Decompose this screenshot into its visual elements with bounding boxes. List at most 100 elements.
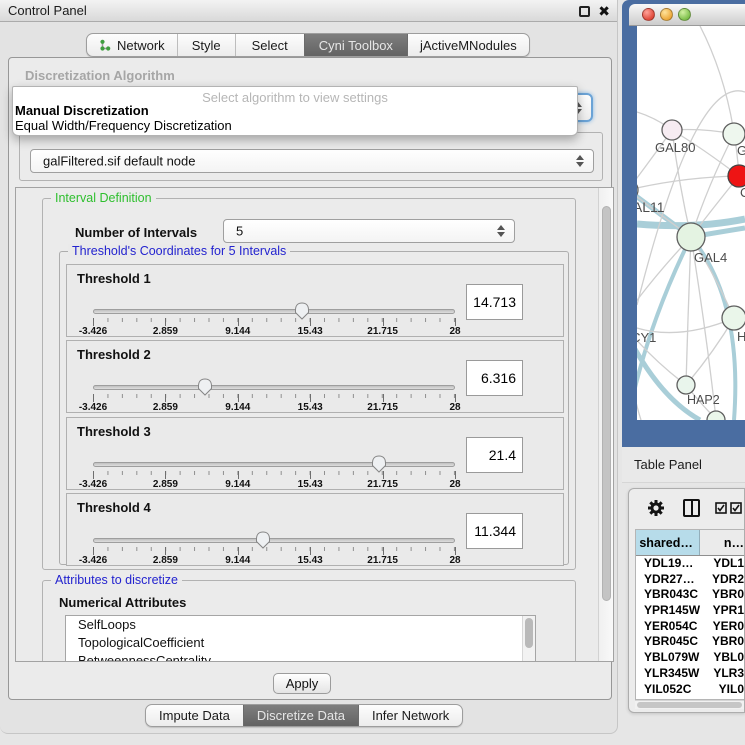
tab-infer-network-label: Infer Network — [372, 708, 449, 723]
list-scrollbar[interactable] — [522, 616, 535, 662]
slider-tick-labels: -3.426 2.859 9.144 15.43 21.715 28 — [93, 402, 455, 414]
control-panel-tabs: Network Style Select Cyni Toolbox jActiv… — [86, 33, 530, 57]
network-icon — [99, 39, 111, 52]
network-canvas[interactable]: GAL80 GA C GAL11 GAL4 GCY1 H HAP2 — [637, 26, 745, 420]
threshold-1-value-field[interactable] — [466, 284, 523, 320]
tab-select[interactable]: Select — [235, 34, 304, 56]
minimize-traffic-light-icon[interactable] — [660, 8, 673, 21]
node-label-clipped-right: H — [737, 329, 745, 344]
node-clipped-top[interactable] — [723, 123, 745, 145]
close-icon[interactable]: ✖ — [598, 2, 610, 20]
table-data-combo[interactable]: galFiltered.sif default node — [30, 149, 594, 173]
close-traffic-light-icon[interactable] — [642, 8, 655, 21]
numerical-attributes-label: Numerical Attributes — [59, 595, 186, 610]
node-red-selected[interactable] — [728, 165, 745, 187]
node-hap2[interactable] — [677, 376, 695, 394]
scrollbar-thumb[interactable] — [637, 702, 742, 708]
table-row[interactable]: YLR345WYLR3 — [636, 666, 744, 682]
list-item[interactable]: TopologicalCoefficient — [66, 634, 535, 652]
slider-ticks — [93, 393, 455, 402]
node-label-hap2: HAP2 — [687, 393, 720, 407]
slider-track[interactable] — [93, 538, 455, 543]
app-root: Control Panel ✖ Network Style Select — [0, 0, 745, 745]
thresholds-group-title: Threshold's Coordinates for 5 Intervals — [68, 244, 290, 258]
column-header-name[interactable]: n… — [700, 530, 744, 555]
popup-item-equal-width-frequency[interactable]: Equal Width/Frequency Discretization — [15, 118, 232, 133]
threshold-3-label: Threshold 3 — [77, 424, 151, 439]
list-item[interactable]: SelfLoops — [66, 616, 535, 634]
threshold-1-slider[interactable]: -3.426 2.859 9.144 15.43 21.715 28 — [93, 301, 455, 337]
slider-track[interactable] — [93, 462, 455, 467]
slider-ticks — [93, 470, 455, 479]
tab-impute-data-label: Impute Data — [159, 708, 230, 723]
control-panel-title: Control Panel — [8, 3, 87, 18]
table-row[interactable]: YDR27…YDR2 — [636, 572, 744, 588]
gear-icon[interactable] — [647, 499, 665, 517]
threshold-4-slider[interactable]: -3.426 2.859 9.144 15.43 21.715 28 — [93, 530, 455, 566]
tab-network[interactable]: Network — [87, 34, 177, 56]
number-of-intervals-combo[interactable]: 5 — [223, 219, 515, 243]
table-row[interactable]: YIL052CYIL0 — [636, 682, 744, 698]
table-row[interactable]: YBR043CYBR0 — [636, 587, 744, 603]
list-item[interactable]: BetweennessCentrality — [66, 652, 535, 662]
node-gal80[interactable] — [662, 120, 682, 140]
tab-style[interactable]: Style — [177, 34, 235, 56]
attributes-group-title: Attributes to discretize — [51, 573, 182, 587]
split-columns-icon[interactable] — [683, 499, 700, 517]
threshold-2-label: Threshold 2 — [77, 347, 151, 362]
thresholds-group: Threshold's Coordinates for 5 Intervals … — [59, 251, 569, 565]
tab-network-label: Network — [117, 38, 165, 53]
table-row[interactable]: YER054CYER0 — [636, 619, 744, 635]
checkbox-checked-icon[interactable] — [715, 502, 727, 514]
settings-vertical-scrollbar[interactable] — [598, 188, 613, 661]
threshold-2-value-field[interactable] — [466, 360, 523, 396]
table-row[interactable]: YPR145WYPR1 — [636, 603, 744, 619]
combo-arrows-icon — [576, 155, 584, 167]
table-panel-title: Table Panel — [634, 457, 702, 472]
tab-jactivemnodules-label: jActiveMNodules — [420, 38, 517, 53]
interval-definition-title: Interval Definition — [51, 191, 156, 205]
network-view-window: GAL80 GA C GAL11 GAL4 GCY1 H HAP2 — [622, 0, 745, 447]
tab-cyni-toolbox[interactable]: Cyni Toolbox — [304, 34, 407, 56]
table-row[interactable]: YBR045CYBR0 — [636, 634, 744, 650]
control-panel-titlebar[interactable]: Control Panel ✖ — [0, 0, 617, 22]
tab-discretize-data[interactable]: Discretize Data — [243, 705, 358, 726]
table-row[interactable]: YDL19…YDL1 — [636, 556, 744, 572]
zoom-traffic-light-icon[interactable] — [678, 8, 691, 21]
network-window-titlebar[interactable] — [629, 4, 745, 26]
slider-ticks — [93, 546, 455, 555]
checkbox-checked-icon[interactable] — [730, 502, 742, 514]
cyni-toolbox-panel: Discretization Algorithm Table Data galF… — [8, 57, 612, 700]
popup-item-manual-discretization[interactable]: Manual Discretization — [15, 103, 149, 118]
table-row[interactable]: YBL079WYBL0 — [636, 650, 744, 666]
node-label-clipped-center: C — [740, 185, 745, 200]
threshold-4-value-field[interactable] — [466, 513, 523, 549]
float-window-icon[interactable] — [579, 6, 590, 17]
threshold-2-slider[interactable]: -3.426 2.859 9.144 15.43 21.715 28 — [93, 377, 455, 413]
scrollbar-thumb[interactable] — [602, 206, 611, 601]
node-gal4[interactable] — [677, 223, 705, 251]
slider-track[interactable] — [93, 385, 455, 390]
node-label-clipped-top: GA — [737, 143, 745, 158]
table-horizontal-scrollbar[interactable] — [635, 700, 744, 709]
threshold-1-panel: Threshold 1 — [66, 264, 564, 337]
tab-jactivemnodules[interactable]: jActiveMNodules — [407, 34, 529, 56]
tab-infer-network[interactable]: Infer Network — [358, 705, 462, 726]
threshold-3-slider[interactable]: -3.426 2.859 9.144 15.43 21.715 28 — [93, 454, 455, 490]
threshold-4-panel: Threshold 4 — [66, 493, 564, 566]
column-header-shared-name[interactable]: shared… — [636, 530, 700, 555]
slider-track[interactable] — [93, 309, 455, 314]
apply-button[interactable]: Apply — [273, 673, 331, 694]
threshold-3-value-field[interactable] — [466, 437, 523, 473]
algorithm-group-title: Discretization Algorithm — [25, 68, 175, 83]
node-label-gcy1: GCY1 — [637, 330, 656, 345]
node-label-gal11: GAL11 — [637, 199, 665, 215]
node-attribute-table: shared… n… YDL19…YDL1 YDR27…YDR2 YBR043C… — [635, 529, 744, 700]
settings-scroll-area: Interval Definition Number of Intervals … — [15, 187, 614, 662]
tab-cyni-toolbox-label: Cyni Toolbox — [319, 38, 393, 53]
table-toolbar — [629, 489, 744, 527]
slider-tick-labels: -3.426 2.859 9.144 15.43 21.715 28 — [93, 326, 455, 338]
network-graph: GAL80 GA C GAL11 GAL4 GCY1 H HAP2 — [637, 26, 745, 420]
tab-impute-data[interactable]: Impute Data — [146, 705, 243, 726]
node-clipped-right[interactable] — [722, 306, 745, 330]
